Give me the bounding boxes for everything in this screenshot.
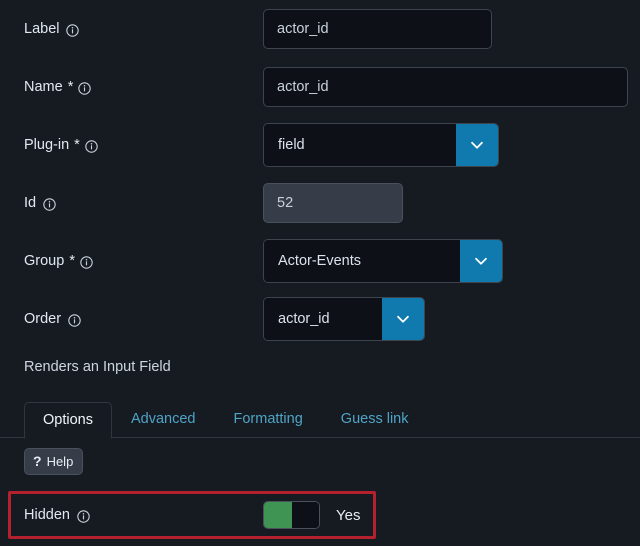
- toggle-off-segment: [292, 502, 320, 528]
- name-field-label: Name *: [0, 79, 263, 95]
- info-circle-icon[interactable]: [77, 510, 90, 523]
- help-button-label: Help: [47, 455, 74, 468]
- hidden-toggle-value: Yes: [336, 507, 360, 524]
- id-field-label: Id: [0, 195, 263, 211]
- label-text: Hidden: [24, 507, 70, 523]
- form-row-plugin: Plug-in * field: [0, 116, 640, 174]
- help-button[interactable]: ? Help: [24, 448, 83, 475]
- help-button-container: ? Help: [0, 448, 640, 475]
- question-mark-icon: ?: [33, 454, 42, 468]
- tab-advanced[interactable]: Advanced: [112, 401, 215, 439]
- id-input-value: 52: [277, 195, 293, 211]
- required-marker: *: [69, 253, 75, 269]
- chevron-down-icon[interactable]: [460, 240, 502, 282]
- info-circle-icon[interactable]: [43, 198, 56, 211]
- order-field-label: Order: [0, 311, 263, 327]
- label-text: Plug-in: [24, 137, 69, 153]
- required-marker: *: [68, 79, 74, 95]
- hidden-toggle-switch[interactable]: [263, 501, 320, 529]
- tab-guess-link[interactable]: Guess link: [322, 401, 428, 439]
- plugin-select-value: field: [264, 124, 456, 166]
- plugin-description: Renders an Input Field: [0, 348, 640, 386]
- hidden-field-label: Hidden: [11, 507, 263, 523]
- required-marker: *: [74, 137, 80, 153]
- order-select-value: actor_id: [264, 298, 382, 340]
- toggle-on-segment: [264, 502, 292, 528]
- form-row-group: Group * Actor-Events: [0, 232, 640, 290]
- info-circle-icon[interactable]: [68, 314, 81, 327]
- label-text: Group: [24, 253, 64, 269]
- info-circle-icon[interactable]: [78, 82, 91, 95]
- form-row-id: Id 52: [0, 174, 640, 232]
- chevron-down-icon[interactable]: [456, 124, 498, 166]
- field-editor-form: Label actor_id Name *: [0, 0, 640, 475]
- id-input-readonly: 52: [263, 183, 403, 223]
- group-select-value: Actor-Events: [264, 240, 460, 282]
- plugin-field-label: Plug-in *: [0, 137, 263, 153]
- label-input-value: actor_id: [277, 21, 329, 37]
- plugin-select[interactable]: field: [263, 123, 499, 167]
- group-select[interactable]: Actor-Events: [263, 239, 503, 283]
- label-text: Name: [24, 79, 63, 95]
- tab-options[interactable]: Options: [24, 402, 112, 440]
- label-text: Label: [24, 21, 59, 37]
- info-circle-icon[interactable]: [80, 256, 93, 269]
- info-circle-icon[interactable]: [66, 24, 79, 37]
- label-field-label: Label: [0, 21, 263, 37]
- tab-bar: Options Advanced Formatting Guess link: [0, 396, 640, 438]
- name-input-value: actor_id: [277, 79, 329, 95]
- info-circle-icon[interactable]: [85, 140, 98, 153]
- tab-formatting[interactable]: Formatting: [214, 401, 321, 439]
- group-field-label: Group *: [0, 253, 263, 269]
- label-text: Id: [24, 195, 36, 211]
- hidden-option-row: Hidden Yes: [11, 494, 373, 536]
- chevron-down-icon[interactable]: [382, 298, 424, 340]
- order-select[interactable]: actor_id: [263, 297, 425, 341]
- form-row-label: Label actor_id: [0, 0, 640, 58]
- label-text: Order: [24, 311, 61, 327]
- form-row-order: Order actor_id: [0, 290, 640, 348]
- name-input[interactable]: actor_id: [263, 67, 628, 107]
- label-input[interactable]: actor_id: [263, 9, 492, 49]
- form-row-name: Name * actor_id: [0, 58, 640, 116]
